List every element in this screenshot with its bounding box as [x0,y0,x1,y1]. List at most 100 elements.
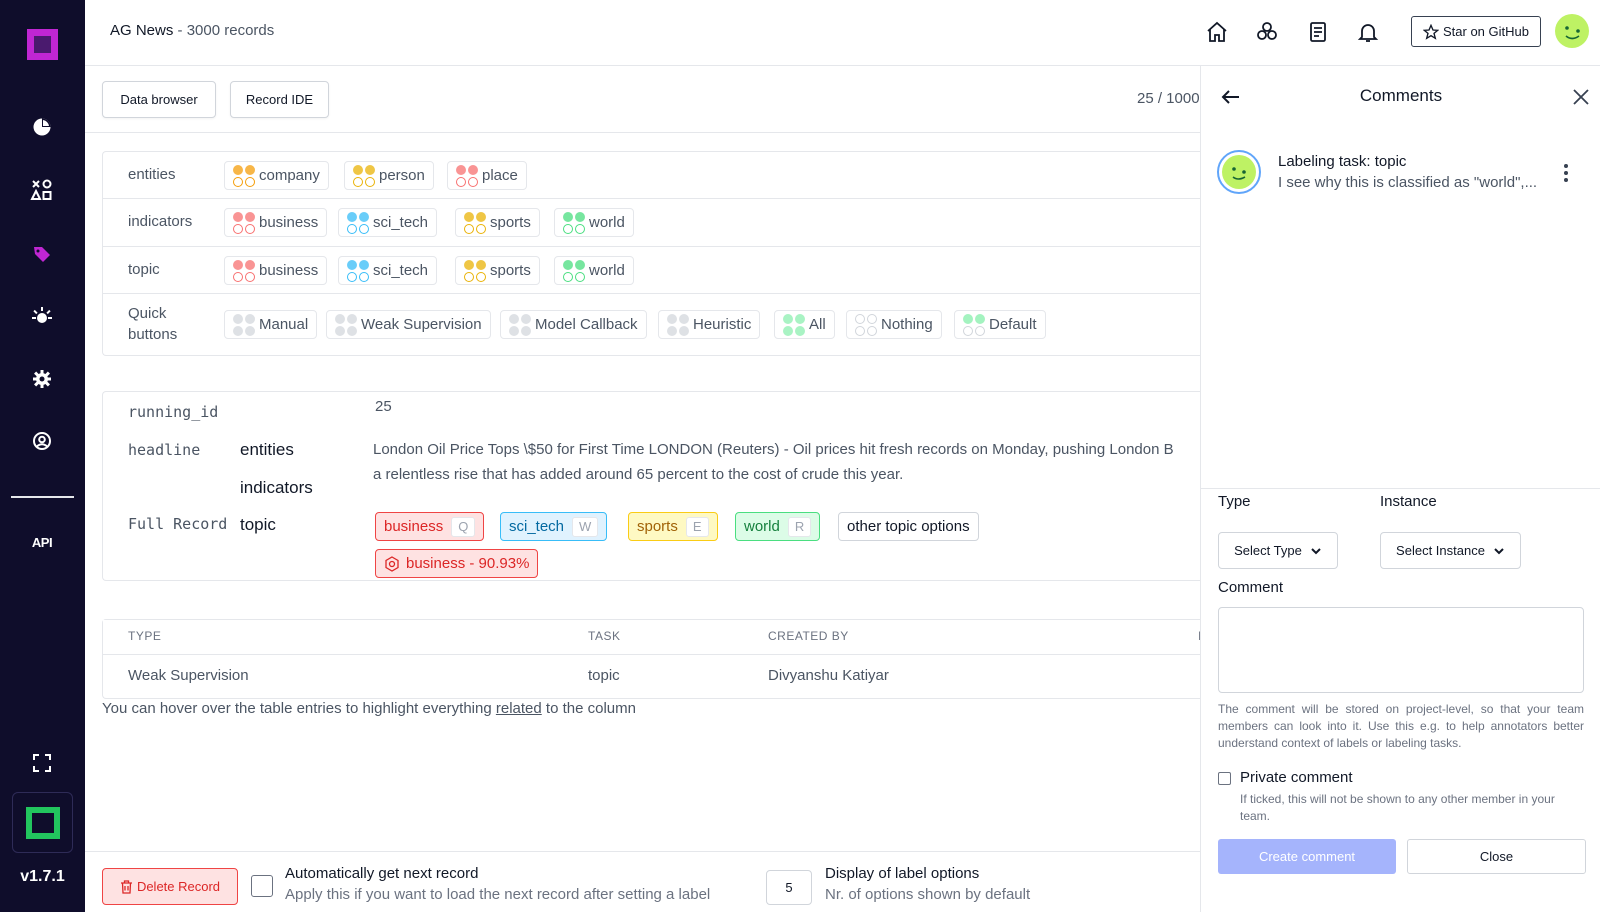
dots-icon [855,313,877,336]
heuristics-icon[interactable] [22,297,62,337]
document-icon[interactable] [1304,18,1332,46]
labeling-tasks-card: entities company person place indicators… [102,151,1203,356]
private-comment-checkbox[interactable] [1218,772,1231,785]
headline-key: headline [128,441,201,459]
top-header: AG News - 3000 records Star on GitHub [85,0,1600,66]
hint-text: to the column [541,700,636,717]
data-browser-button[interactable]: Data browser [102,81,216,118]
select-type-dropdown[interactable]: Select Type [1218,532,1338,569]
comments-panel: Comments Labeling task: topic I see why … [1200,66,1600,912]
comment-note: The comment will be stored on project-le… [1218,702,1584,750]
more-options-icon[interactable] [1563,163,1569,183]
other-topic-options-button[interactable]: other topic options [838,512,979,541]
user-icon[interactable] [22,421,62,461]
table-cell-type[interactable]: Weak Supervision [128,667,249,684]
avatar[interactable] [1555,14,1589,48]
private-comment-label: Private comment [1240,769,1353,786]
label-dots-icon [347,211,369,234]
quick-button-weak-supervision[interactable]: Weak Supervision [326,310,491,339]
label-chip[interactable]: world [554,208,634,237]
comments-title: Comments [1359,86,1443,105]
sidebar: API v1.7.1 [0,0,85,912]
star-on-github-button[interactable]: Star on GitHub [1411,16,1541,47]
label-chip-text: business [259,262,319,279]
dots-icon [335,313,357,336]
topic-option-sci-tech[interactable]: sci_tech W [500,512,608,541]
label-chip[interactable]: business [224,256,328,285]
label-chip[interactable]: world [554,256,634,285]
star-icon [1423,23,1439,40]
labeling-row-entities: entities company person place [103,152,1203,199]
label-chip[interactable]: place [447,161,527,190]
option-label: business [384,518,444,535]
topic-option-sports[interactable]: sports E [628,512,718,541]
quick-button-label: Weak Supervision [361,316,482,333]
record-ide-button[interactable]: Record IDE [230,81,329,118]
label-chip[interactable]: business [224,208,328,237]
label-sources-table: TYPE TASK CREATED BY I Weak Supervision … [102,619,1206,699]
quick-button-model-callback[interactable]: Model Callback [500,310,647,339]
label-chip[interactable]: company [224,161,329,190]
labeling-icon[interactable] [22,234,62,274]
page-title: AG News - 3000 records [110,22,274,39]
toolbar-divider [85,132,1200,133]
label-chip[interactable]: sports [455,256,540,285]
close-button[interactable]: Close [1407,839,1586,874]
table-hint: You can hover over the table entries to … [102,700,636,717]
quick-button-all[interactable]: All [774,310,835,339]
create-comment-button[interactable]: Create comment [1218,839,1396,874]
quick-button-nothing[interactable]: Nothing [846,310,942,339]
option-label: sci_tech [509,518,565,535]
sidebar-divider [11,496,74,498]
label-chip[interactable]: sci_tech [338,256,438,285]
topic-option-world[interactable]: world R [735,512,821,541]
label-chip[interactable]: sports [455,208,540,237]
select-instance-dropdown[interactable]: Select Instance [1380,532,1521,569]
display-options-input[interactable]: 5 [766,870,812,905]
auto-next-title: Automatically get next record [285,865,479,882]
app-logo[interactable] [27,29,58,60]
data-icon[interactable] [22,170,62,210]
comment-text[interactable]: I see why this is classified as "world",… [1278,174,1537,191]
label-chip[interactable]: person [344,161,434,190]
label-chip-text: sci_tech [373,262,429,279]
label-chip-text: world [589,214,625,231]
labeling-task-name: entities [128,166,176,183]
settings-icon[interactable] [22,359,62,399]
label-dots-icon [233,211,255,234]
quick-button-manual[interactable]: Manual [224,310,318,339]
table-cell-created-by[interactable]: Divyanshu Katiyar [768,667,889,684]
task-label-indicators: indicators [240,478,313,497]
api-link[interactable]: API [22,535,62,550]
delete-record-button[interactable]: Delete Record [102,868,238,905]
app-version: v1.7.1 [20,868,65,885]
modules-icon[interactable] [1253,18,1281,46]
hint-link[interactable]: related [496,700,542,717]
dots-icon [783,313,805,336]
label-chip-text: company [259,167,320,184]
quick-button-default[interactable]: Default [954,310,1046,339]
column-header-task: TASK [588,629,621,643]
auto-next-checkbox[interactable] [251,875,273,897]
quick-button-label: Default [989,316,1037,333]
labeling-row-topic: topic business sci_tech sports world [103,247,1203,294]
label-chip[interactable]: sci_tech [338,208,438,237]
close-icon[interactable] [1567,83,1595,111]
delete-record-label: Delete Record [136,879,221,894]
comment-label: Comment [1218,579,1284,596]
panel-divider [1201,488,1600,489]
bell-icon[interactable] [1354,18,1382,46]
dots-icon [509,313,531,336]
home-icon[interactable] [1203,18,1231,46]
prediction-chip[interactable]: business - 90.93% [375,549,539,578]
shortcut-key: E [685,516,709,537]
quick-button-heuristic[interactable]: Heuristic [658,310,761,339]
fullscreen-icon[interactable] [22,743,62,783]
headline-line: London Oil Price Tops \$50 for First Tim… [373,441,1174,458]
column-header-created-by: CREATED BY [768,629,849,643]
topic-option-business[interactable]: business Q [375,512,485,541]
overview-icon[interactable] [22,107,62,147]
table-cell-task[interactable]: topic [588,667,620,684]
comment-textarea[interactable] [1218,607,1584,693]
quick-buttons-heading: Quick buttons [128,303,177,345]
